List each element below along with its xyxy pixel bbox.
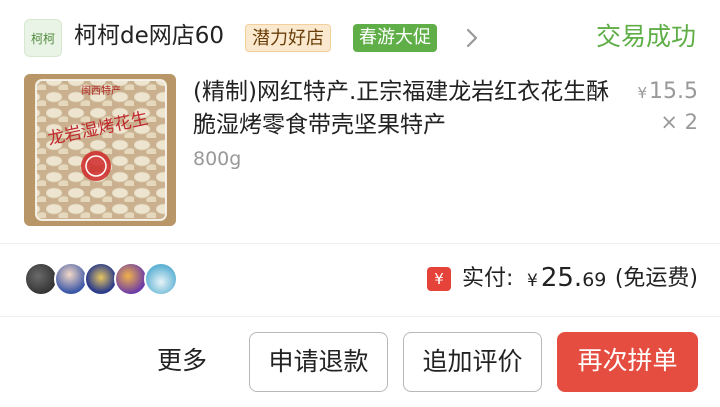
product-title[interactable]: (精制)网红特产.正宗福建龙岩红衣花生酥脆湿烤零食带壳坚果特产: [193, 76, 613, 142]
member-avatar[interactable]: [24, 262, 58, 296]
spring-sale-badge: 春游大促: [353, 24, 437, 52]
order-card-header: 柯柯 柯柯de网店60 潜力好店 春游大促 交易成功: [0, 0, 720, 70]
more-button[interactable]: 更多: [140, 332, 224, 392]
add-review-button[interactable]: 追加评价: [403, 332, 542, 392]
payment-icon: ¥: [427, 267, 451, 291]
reorder-button[interactable]: 再次拼单: [557, 332, 698, 392]
price-currency: ¥: [637, 84, 648, 102]
divider: [0, 243, 720, 244]
shipping-note: (免运费): [614, 266, 698, 291]
unit-price: ¥15.5: [637, 78, 698, 107]
product-image[interactable]: 闽西特产 龙岩湿烤花生: [24, 74, 176, 226]
svg-text:闽西特产: 闽西特产: [81, 84, 121, 97]
potential-shop-badge: 潜力好店: [245, 24, 331, 52]
divider: [0, 316, 720, 317]
paid-currency: ¥: [527, 271, 538, 291]
member-avatar[interactable]: [54, 262, 88, 296]
chevron-right-icon[interactable]: [462, 26, 482, 50]
member-avatar[interactable]: [84, 262, 118, 296]
paid-amount: ¥25.69: [527, 261, 606, 298]
shop-name[interactable]: 柯柯de网店60: [74, 20, 224, 52]
order-status: 交易成功: [595, 22, 696, 51]
member-avatar[interactable]: [114, 262, 148, 296]
peanut-bag-illustration: 闽西特产 龙岩湿烤花生: [24, 74, 176, 226]
shop-avatar[interactable]: 柯柯: [24, 19, 62, 57]
refund-button[interactable]: 申请退款: [249, 332, 388, 392]
product-spec: 800g: [193, 148, 242, 170]
paid-amount-dec: 69: [582, 269, 607, 291]
paid-label: 实付:: [462, 266, 514, 291]
paid-amount-int: 25.: [540, 263, 583, 293]
member-avatar[interactable]: [144, 262, 178, 296]
quantity: × 2: [660, 110, 698, 134]
price-value: 15.5: [649, 79, 698, 104]
